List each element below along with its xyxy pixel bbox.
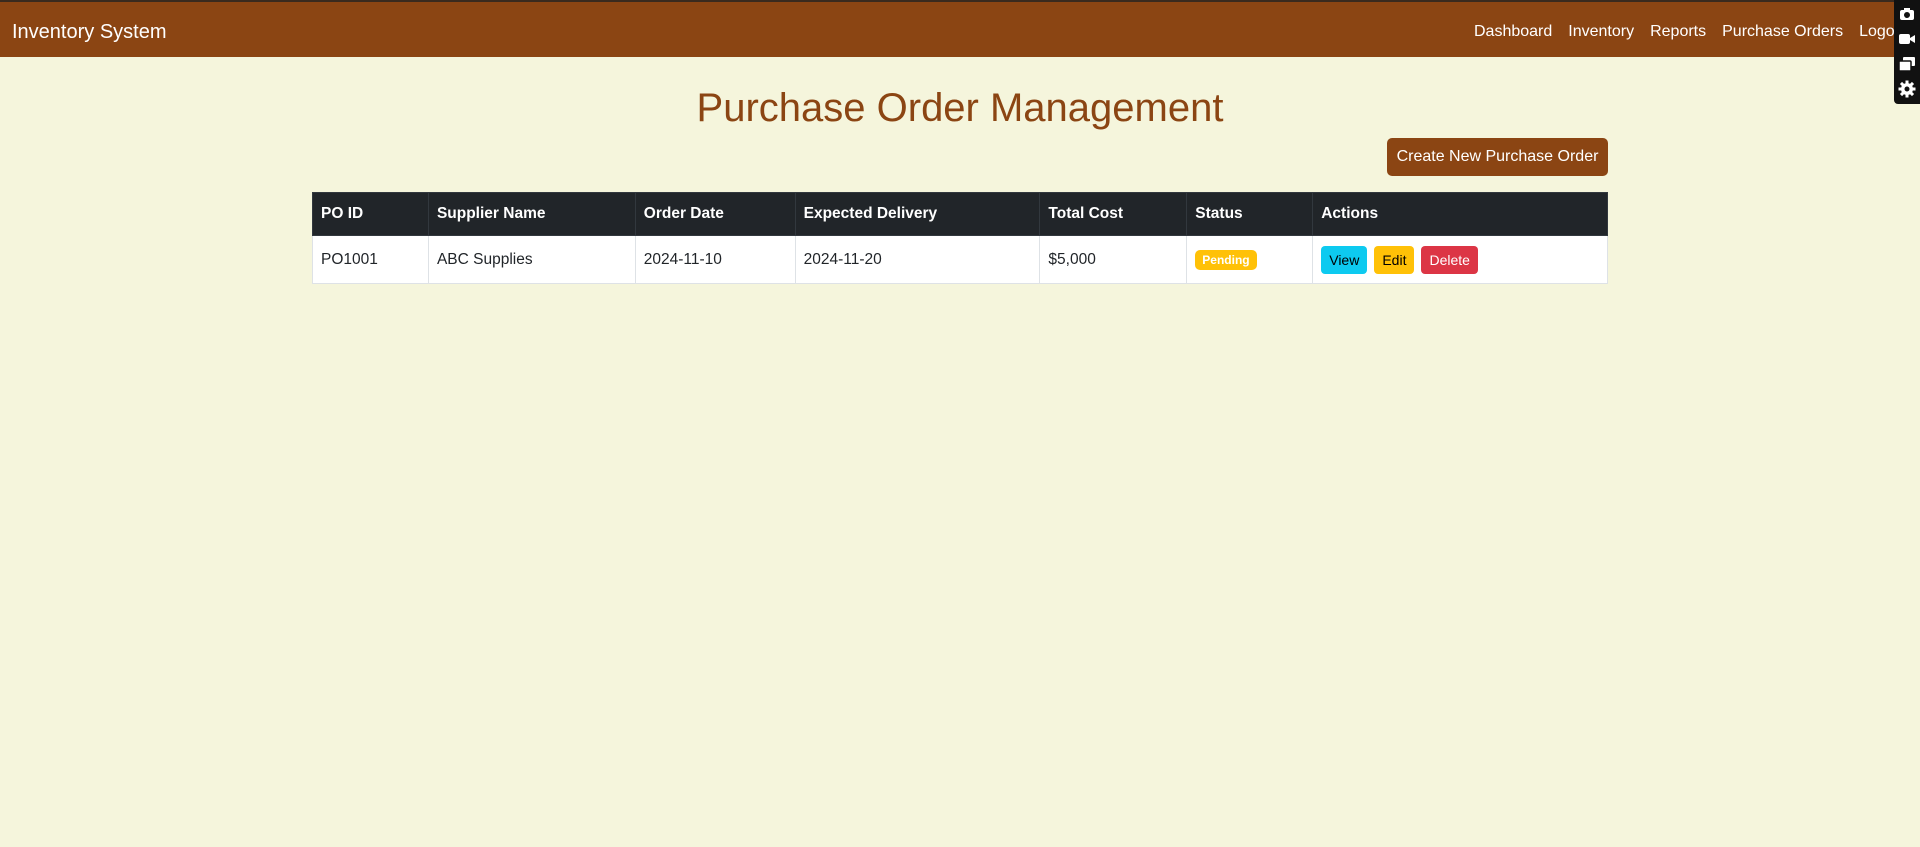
- nav-link-dashboard[interactable]: Dashboard: [1474, 21, 1552, 43]
- cell-po-id: PO1001: [312, 235, 429, 284]
- nav-links: Dashboard Inventory Reports Purchase Ord…: [1474, 21, 1908, 43]
- purchase-orders-table-container: PO ID Supplier Name Order Date Expected …: [312, 192, 1608, 284]
- nav-link-inventory[interactable]: Inventory: [1568, 21, 1634, 43]
- header-total-cost: Total Cost: [1039, 192, 1188, 236]
- header-actions: Actions: [1312, 192, 1608, 236]
- windows-icon[interactable]: [1896, 53, 1918, 75]
- top-navbar: Inventory System Dashboard Inventory Rep…: [0, 0, 1920, 57]
- delete-button[interactable]: Delete: [1421, 245, 1478, 274]
- table-row: PO1001 ABC Supplies 2024-11-10 2024-11-2…: [312, 235, 1608, 284]
- edit-button[interactable]: Edit: [1374, 245, 1415, 274]
- brand-logo-text[interactable]: Inventory System: [12, 20, 167, 44]
- header-expected-delivery: Expected Delivery: [794, 192, 1041, 236]
- page-title: Purchase Order Management: [696, 86, 1224, 130]
- cell-expected-delivery: 2024-11-20: [794, 235, 1041, 284]
- cell-total-cost: $5,000: [1039, 235, 1188, 284]
- cell-supplier-name: ABC Supplies: [427, 235, 636, 284]
- cell-actions: View Edit Delete: [1312, 235, 1608, 284]
- table-header-row: PO ID Supplier Name Order Date Expected …: [312, 192, 1608, 236]
- video-icon[interactable]: [1896, 28, 1918, 50]
- camera-icon[interactable]: [1896, 3, 1918, 25]
- header-supplier-name: Supplier Name: [427, 192, 636, 236]
- header-po-id: PO ID: [312, 192, 429, 236]
- header-order-date: Order Date: [634, 192, 796, 236]
- purchase-orders-table: PO ID Supplier Name Order Date Expected …: [312, 192, 1608, 284]
- view-button[interactable]: View: [1321, 245, 1368, 274]
- create-purchase-order-button[interactable]: Create New Purchase Order: [1387, 138, 1608, 176]
- cell-status: Pending: [1186, 235, 1314, 284]
- cell-order-date: 2024-11-10: [634, 235, 796, 284]
- header-status: Status: [1186, 192, 1314, 236]
- nav-link-reports[interactable]: Reports: [1650, 21, 1706, 43]
- nav-link-purchase-orders[interactable]: Purchase Orders: [1722, 21, 1843, 43]
- status-badge: Pending: [1195, 249, 1257, 270]
